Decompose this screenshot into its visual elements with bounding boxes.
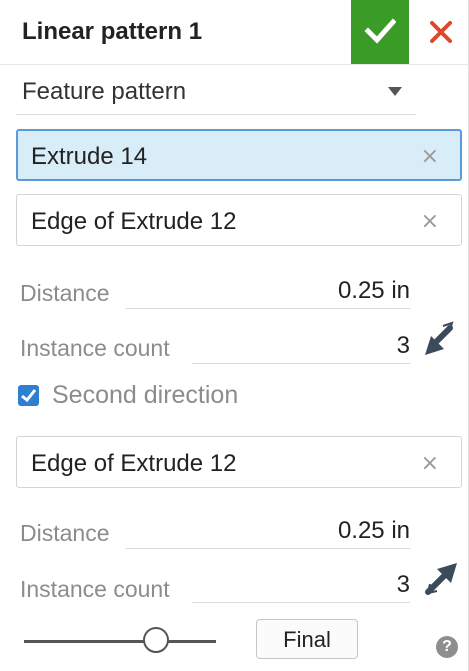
instance-count-label: Instance count	[20, 335, 170, 361]
dialog-title: Linear pattern 1	[22, 18, 203, 45]
direction-field[interactable]: Edge of Extrude 12 ×	[16, 194, 462, 246]
accept-button[interactable]	[351, 0, 409, 64]
pattern-type-dropdown[interactable]: Feature pattern	[16, 68, 416, 115]
distance-input[interactable]: 0.25 in	[126, 274, 410, 309]
second-instance-count-input[interactable]: 3	[192, 568, 410, 603]
direction-value: Edge of Extrude 12	[31, 208, 237, 235]
clear-selection-icon[interactable]: ×	[421, 209, 439, 234]
cancel-button[interactable]	[418, 0, 464, 64]
checkmark-icon	[364, 18, 396, 44]
preview-slider-track[interactable]	[24, 640, 216, 643]
second-direction-value: Edge of Extrude 12	[31, 450, 237, 477]
dialog-header: Linear pattern 1	[0, 0, 469, 65]
features-to-pattern-field[interactable]: Extrude 14 ×	[16, 129, 462, 181]
close-x-icon	[430, 21, 452, 43]
pattern-type-value: Feature pattern	[22, 78, 187, 105]
linear-pattern-dialog: Linear pattern 1 Feature pattern Extrude…	[0, 0, 469, 671]
chevron-down-icon	[388, 87, 402, 96]
clear-selection-icon[interactable]: ×	[421, 144, 439, 169]
second-distance-input[interactable]: 0.25 in	[126, 514, 410, 549]
help-icon[interactable]: ?	[436, 636, 458, 658]
preview-slider-handle[interactable]	[143, 627, 169, 653]
second-instance-count-label: Instance count	[20, 576, 170, 602]
features-to-pattern-value: Extrude 14	[31, 143, 148, 170]
second-direction-checkbox[interactable]	[18, 385, 39, 406]
checkmark-icon	[21, 389, 37, 403]
direction-arrow-icon[interactable]	[422, 560, 460, 598]
clear-selection-icon[interactable]: ×	[421, 451, 439, 476]
instance-count-input[interactable]: 3	[192, 329, 410, 364]
distance-label: Distance	[20, 280, 110, 306]
second-direction-label: Second direction	[52, 381, 239, 409]
final-button[interactable]: Final	[256, 619, 358, 659]
second-direction-field[interactable]: Edge of Extrude 12 ×	[16, 436, 462, 488]
second-distance-label: Distance	[20, 520, 110, 546]
opposite-direction-arrow-icon[interactable]	[422, 320, 460, 358]
